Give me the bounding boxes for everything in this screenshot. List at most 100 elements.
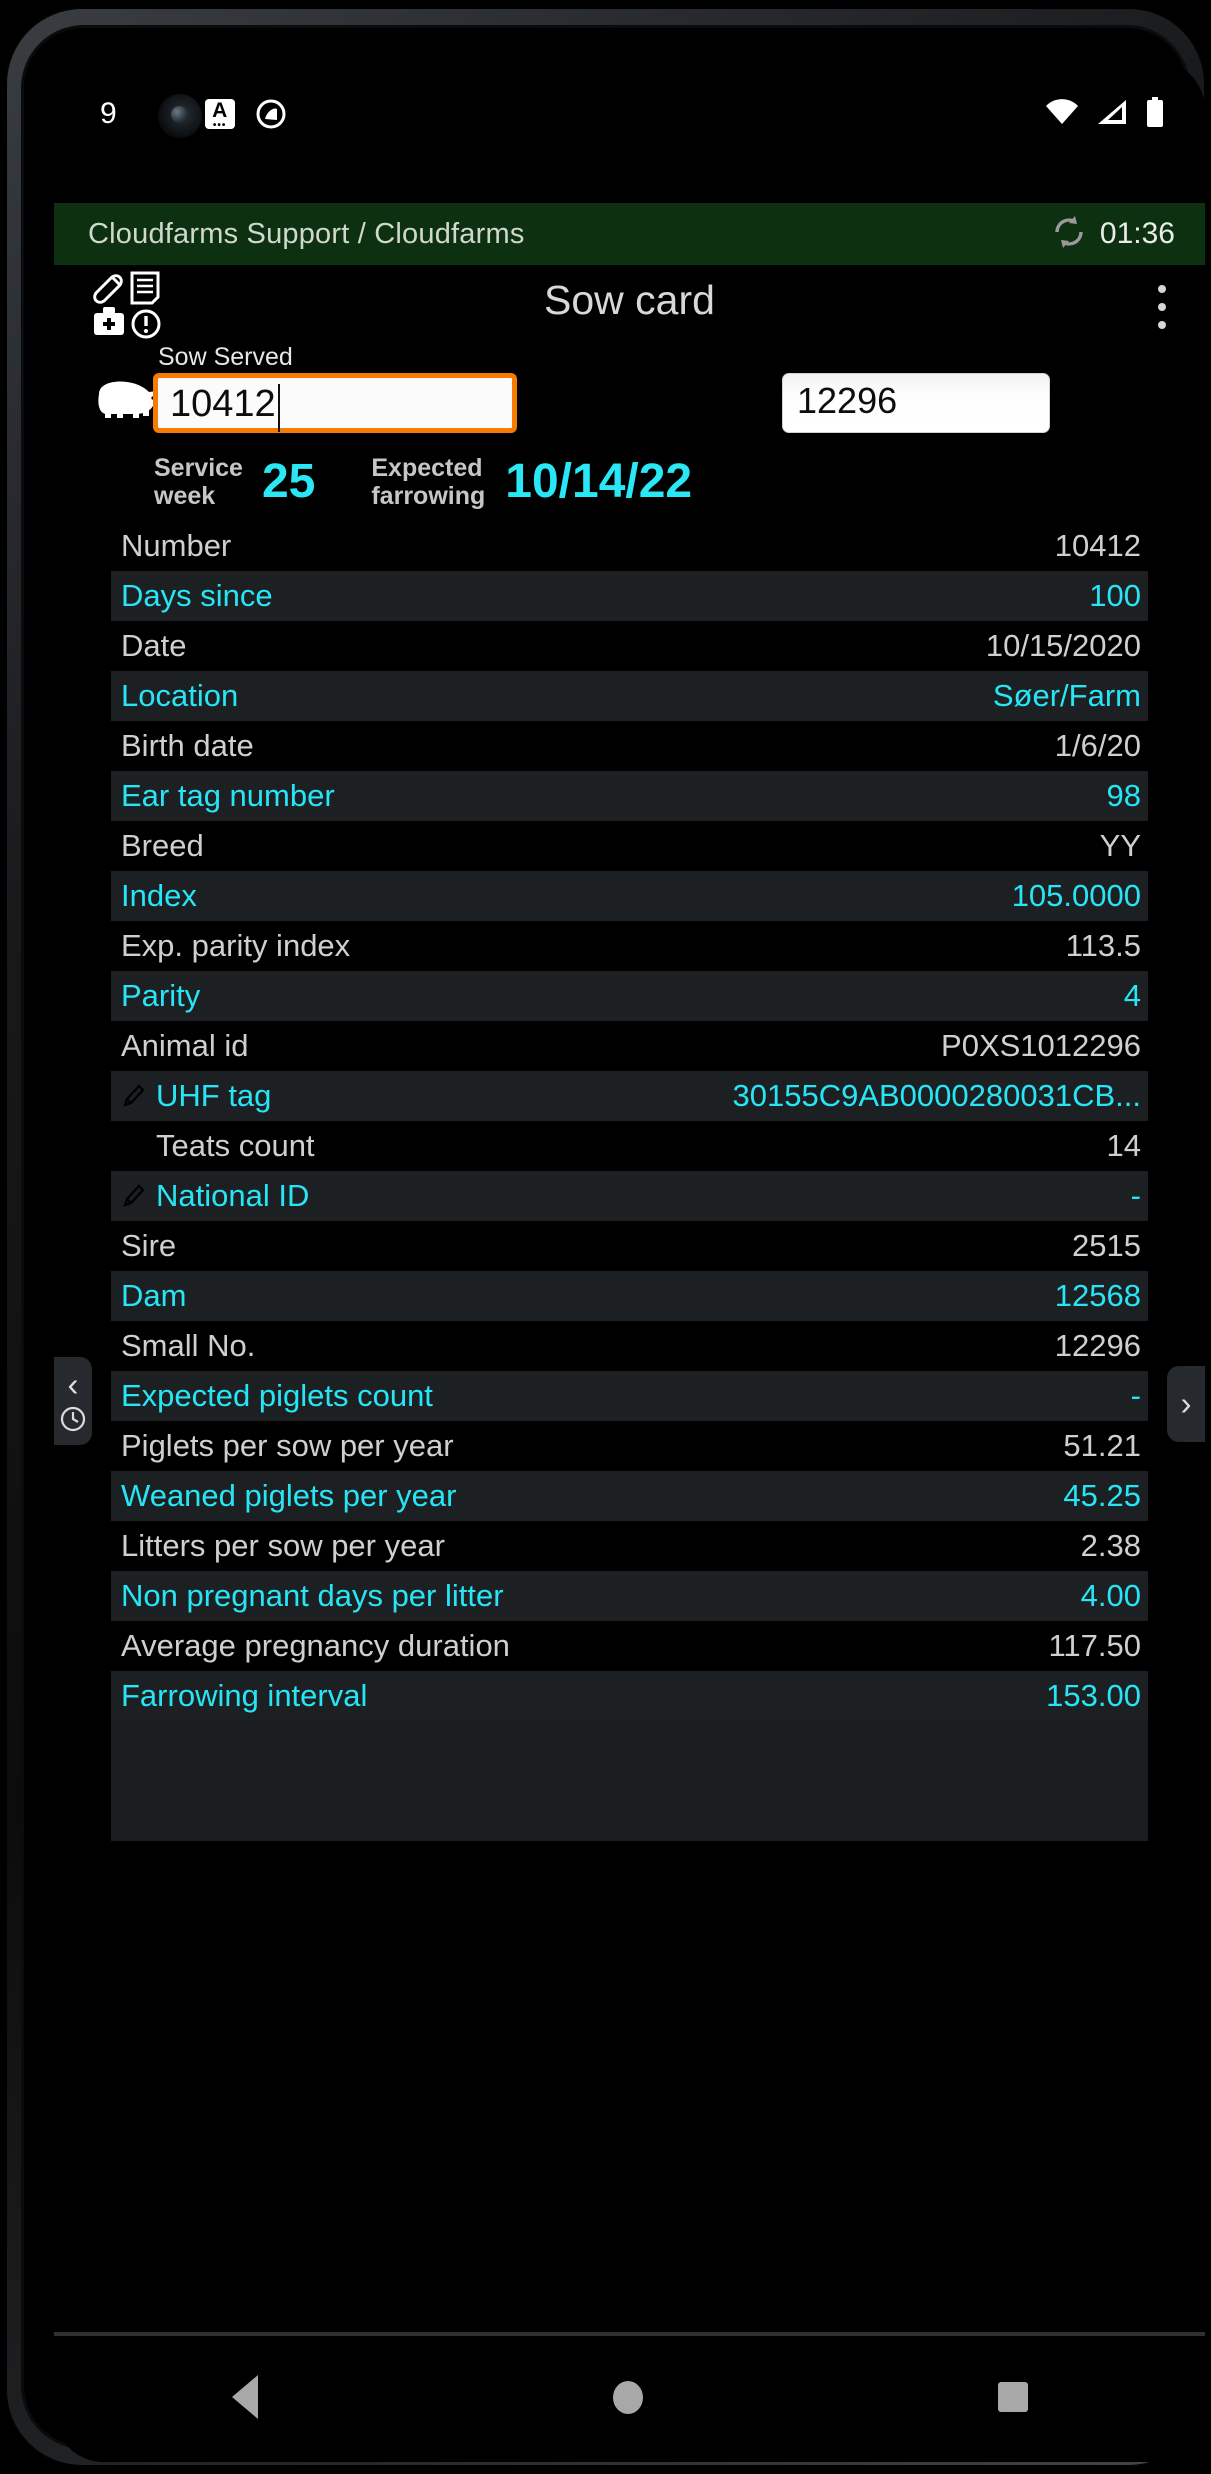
table-row[interactable]: Location Søer/Farm <box>111 671 1148 721</box>
table-row[interactable]: Average pregnancy duration 117.50 <box>111 1621 1148 1671</box>
page-title: Sow card <box>544 277 715 323</box>
sync-icon[interactable] <box>1051 214 1087 255</box>
table-row[interactable]: UHF tag 30155C9AB0000280031CB... <box>111 1071 1148 1121</box>
device-bezel: 9 A ••• Cloudfarms Support / Cloudfarms … <box>24 28 1205 2462</box>
row-label: Parity <box>121 978 201 1013</box>
chevron-right-icon: › <box>1180 1385 1192 1422</box>
table-row[interactable]: Litters per sow per year 2.38 <box>111 1521 1148 1571</box>
table-row[interactable]: Small No. 12296 <box>111 1321 1148 1371</box>
service-week-group: Service week 25 <box>154 454 315 510</box>
row-value: - <box>1130 1378 1141 1413</box>
table-row[interactable]: Teats count 14 <box>111 1121 1148 1171</box>
row-label: Birth date <box>121 728 254 763</box>
small-number-input-value: 12296 <box>797 380 898 421</box>
row-label: Piglets per sow per year <box>121 1428 454 1463</box>
expected-farrowing-group: Expected farrowing 10/14/22 <box>371 454 692 510</box>
table-row[interactable]: Weaned piglets per year 45.25 <box>111 1471 1148 1521</box>
row-value: 153.00 <box>1046 1678 1141 1713</box>
row-value: - <box>1130 1178 1141 1213</box>
row-value: 1/6/20 <box>1054 728 1141 763</box>
edit-pencil-icon[interactable] <box>121 1083 147 1109</box>
small-number-input[interactable]: 12296 <box>782 373 1050 433</box>
row-label: Exp. parity index <box>121 928 351 963</box>
table-row[interactable]: Animal id P0XS1012296 <box>111 1021 1148 1071</box>
back-triangle-icon[interactable] <box>231 2375 258 2419</box>
row-value: 30155C9AB0000280031CB... <box>732 1078 1142 1113</box>
table-row[interactable]: Farrowing interval 153.00 <box>111 1671 1148 1721</box>
row-value: 45.25 <box>1063 1478 1141 1513</box>
android-nav-bar <box>54 2332 1205 2462</box>
table-row[interactable]: Piglets per sow per year 51.21 <box>111 1421 1148 1471</box>
status-bar-right-group <box>1045 60 1165 168</box>
camera-cutout <box>158 94 202 138</box>
row-label: Litters per sow per year <box>121 1528 445 1563</box>
table-row[interactable]: Days since 100 <box>111 571 1148 621</box>
nav-bar-divider <box>54 2332 1205 2336</box>
row-value: Søer/Farm <box>992 678 1141 713</box>
row-value: P0XS1012296 <box>941 1028 1141 1063</box>
row-value: 98 <box>1106 778 1141 813</box>
row-value: 12568 <box>1054 1278 1141 1313</box>
home-circle-icon[interactable] <box>612 2380 643 2414</box>
table-row[interactable]: Date 10/15/2020 <box>111 621 1148 671</box>
row-label: Farrowing interval <box>121 1678 368 1713</box>
table-row[interactable]: Sire 2515 <box>111 1221 1148 1271</box>
row-label: Breed <box>121 828 204 863</box>
service-week-label: Service week <box>154 454 243 510</box>
app-bar: Sow card <box>54 265 1205 343</box>
table-row[interactable]: Index 105.0000 <box>111 871 1148 921</box>
sow-served-input-value: 10412 <box>170 383 276 425</box>
sync-status-group[interactable]: 01:36 <box>1051 214 1175 255</box>
summary-bar: Service week 25 Expected farrowing 10/14/2… <box>54 443 1205 521</box>
table-row[interactable]: Breed YY <box>111 821 1148 871</box>
android-status-bar: 9 A ••• <box>54 60 1205 168</box>
row-value: 113.5 <box>1065 928 1141 963</box>
row-label: Expected piglets count <box>121 1378 433 1413</box>
quick-settings-icon <box>255 98 287 130</box>
previous-animal-button[interactable]: ‹ <box>54 1357 92 1445</box>
row-label: Ear tag number <box>121 778 335 813</box>
row-value: 10412 <box>1054 528 1141 563</box>
expected-farrowing-label: Expected farrowing <box>371 454 486 510</box>
row-value: 12296 <box>1054 1328 1141 1363</box>
battery-icon <box>1145 96 1165 132</box>
table-row[interactable]: Expected piglets count - <box>111 1371 1148 1421</box>
row-value: 117.50 <box>1048 1628 1141 1663</box>
table-row[interactable]: National ID - <box>111 1171 1148 1221</box>
sow-served-input[interactable]: 10412 <box>153 373 517 433</box>
status-bar-number: 9 <box>100 97 117 130</box>
table-row[interactable]: Non pregnant days per litter 4.00 <box>111 1571 1148 1621</box>
wifi-icon <box>1045 98 1079 130</box>
row-label: Non pregnant days per litter <box>121 1578 504 1613</box>
table-row[interactable]: Dam 12568 <box>111 1271 1148 1321</box>
edit-pencil-icon[interactable] <box>121 1183 147 1209</box>
recents-square-icon[interactable] <box>997 2382 1028 2412</box>
text-caret <box>278 384 280 432</box>
keyboard-a-icon: A ••• <box>204 99 235 131</box>
screenshot-root: 9 A ••• Cloudfarms Support / Cloudfarms … <box>0 0 1211 2474</box>
row-label: Animal id <box>121 1028 249 1063</box>
farm-context-bar[interactable]: Cloudfarms Support / Cloudfarms 01:36 <box>54 203 1205 265</box>
chevron-left-icon: ‹ <box>67 1366 79 1403</box>
device-screen: 9 A ••• Cloudfarms Support / Cloudfarms … <box>54 60 1205 2462</box>
table-row[interactable]: Parity 4 <box>111 971 1148 1021</box>
table-row[interactable]: Number 10412 <box>111 521 1148 571</box>
overflow-menu-icon[interactable] <box>1157 285 1167 329</box>
device-frame: 9 A ••• Cloudfarms Support / Cloudfarms … <box>6 8 1205 2466</box>
farm-breadcrumb: Cloudfarms Support / Cloudfarms <box>88 217 525 250</box>
row-label: Average pregnancy duration <box>121 1628 510 1663</box>
expected-farrowing-value: 10/14/22 <box>505 455 693 508</box>
row-label: Small No. <box>121 1328 256 1363</box>
row-value: 51.21 <box>1063 1428 1141 1463</box>
row-label: Index <box>121 878 197 913</box>
clock-icon[interactable] <box>60 1406 86 1432</box>
edit-pencil-icon[interactable] <box>121 1133 147 1159</box>
sow-served-label: Sow Served <box>158 343 293 371</box>
table-row[interactable]: Exp. parity index 113.5 <box>111 921 1148 971</box>
table-row[interactable]: Ear tag number 98 <box>111 771 1148 821</box>
row-label: Weaned piglets per year <box>121 1478 457 1513</box>
row-value: 14 <box>1106 1128 1141 1163</box>
next-animal-button[interactable]: › <box>1167 1366 1205 1442</box>
table-row[interactable]: Birth date 1/6/20 <box>111 721 1148 771</box>
row-label: Location <box>121 678 239 713</box>
